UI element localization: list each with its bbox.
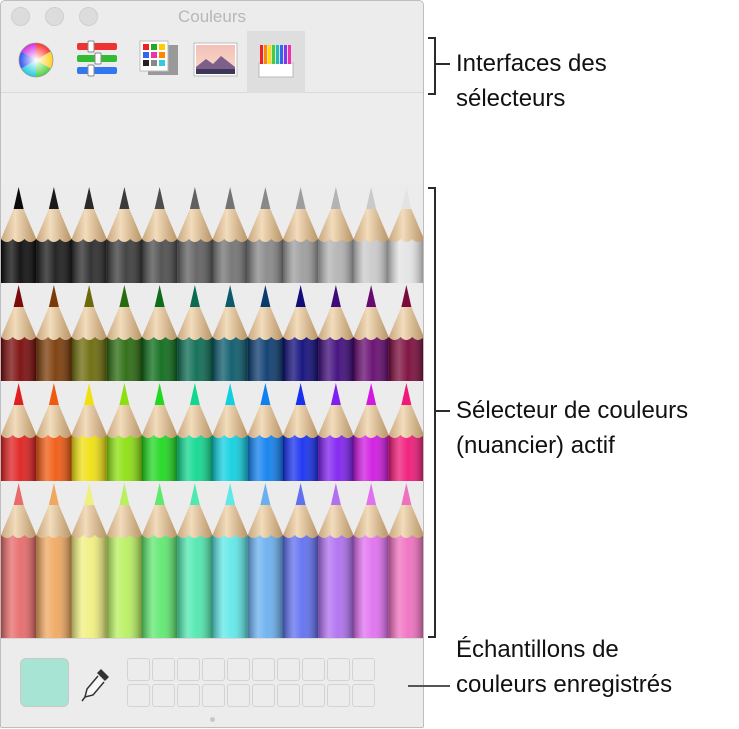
pencil[interactable] [71,483,107,638]
saved-swatch-slot[interactable] [277,684,300,707]
pencil[interactable] [353,383,389,481]
sliders-icon [77,40,117,77]
colors-window: Couleurs [0,0,424,728]
pencil[interactable] [318,483,354,638]
pencil[interactable] [71,383,107,481]
pencil[interactable] [71,187,107,283]
interfaces-label: Interfaces des sélecteurs [456,50,607,112]
pencil[interactable] [36,187,72,283]
pencil[interactable] [177,187,213,283]
pencil[interactable] [106,383,142,481]
pencil[interactable] [388,383,424,481]
pencil[interactable] [247,483,283,638]
pencil-box-icon [258,45,294,78]
pencil[interactable] [142,383,178,481]
eyedropper-button[interactable] [79,665,113,705]
window-title: Couleurs [177,7,247,26]
pencil[interactable] [142,285,178,381]
interfaces-bracket-tick [436,63,450,65]
swatches-label: Échantillons de couleurs enregistrés [456,636,673,698]
pencil[interactable] [283,383,319,481]
pencil[interactable] [388,483,424,638]
saved-swatch-slot[interactable] [202,658,225,681]
saved-swatch-slot[interactable] [277,658,300,681]
saved-swatch-slot[interactable] [352,684,375,707]
pencil[interactable] [247,383,283,481]
pencil[interactable] [142,187,178,283]
pencil[interactable] [283,285,319,381]
picker-toolbar [1,31,423,93]
interfaces-bracket [428,37,436,95]
saved-swatch-slot[interactable] [327,684,350,707]
landscape-image-icon [193,42,238,77]
color-wheel-icon [18,42,54,78]
saved-swatch-slot[interactable] [227,684,250,707]
active-picker-bracket [428,187,436,638]
pencil[interactable] [283,187,319,283]
pencil[interactable] [388,285,424,381]
saved-swatch-slot[interactable] [202,684,225,707]
active-picker-bracket-tick [436,410,450,412]
pencil[interactable] [212,383,248,481]
pencil[interactable] [247,187,283,283]
crayon-picker[interactable] [1,183,424,638]
pencil[interactable] [283,483,319,638]
pencil[interactable] [247,285,283,381]
color-wheel-tab[interactable] [7,31,65,93]
current-color-swatch[interactable] [20,658,69,707]
pencil[interactable] [142,483,178,638]
pencil[interactable] [353,187,389,283]
pencils-tab[interactable] [247,31,305,93]
color-palettes-tab[interactable] [129,31,187,93]
saved-swatch-slot[interactable] [177,658,200,681]
saved-swatch-slot[interactable] [252,684,275,707]
swatches-callout-line [408,685,450,687]
pencil[interactable] [353,285,389,381]
pencil[interactable] [177,483,213,638]
pencil[interactable] [318,285,354,381]
pencil[interactable] [71,285,107,381]
saved-swatch-slot[interactable] [177,684,200,707]
title-bar[interactable]: Couleurs [1,1,423,35]
color-sliders-tab[interactable] [68,31,126,93]
pencil[interactable] [177,383,213,481]
saved-swatch-slot[interactable] [352,658,375,681]
saved-swatch-grid [127,658,375,707]
pencil[interactable] [1,187,37,283]
active-picker-label: Sélecteur de couleurs (nuancier) actif [456,397,689,459]
image-palettes-tab[interactable] [186,31,244,93]
pencil[interactable] [1,483,37,638]
pencil[interactable] [1,383,37,481]
pencil[interactable] [177,285,213,381]
pencil[interactable] [36,383,72,481]
saved-swatch-slot[interactable] [327,658,350,681]
eyedropper-icon [81,669,109,702]
pencil[interactable] [388,187,424,283]
saved-swatch-slot[interactable] [127,658,150,681]
pencil[interactable] [106,285,142,381]
saved-swatch-slot[interactable] [127,684,150,707]
palette-grid-icon [139,40,178,75]
saved-swatch-slot[interactable] [152,684,175,707]
saved-swatches-bar [1,638,423,727]
pencil[interactable] [318,383,354,481]
pencil[interactable] [318,187,354,283]
pencil[interactable] [106,187,142,283]
pencil[interactable] [36,285,72,381]
picker-header-space [1,93,423,183]
pencil[interactable] [212,285,248,381]
saved-swatch-slot[interactable] [252,658,275,681]
resize-handle[interactable] [210,717,215,722]
saved-swatch-slot[interactable] [302,658,325,681]
pencil[interactable] [36,483,72,638]
pencil[interactable] [106,483,142,638]
saved-swatch-slot[interactable] [152,658,175,681]
pencil[interactable] [353,483,389,638]
pencil[interactable] [212,483,248,638]
saved-swatch-slot[interactable] [302,684,325,707]
pencil-grid[interactable] [1,183,424,638]
pencil[interactable] [212,187,248,283]
saved-swatch-slot[interactable] [227,658,250,681]
pencil[interactable] [1,285,37,381]
